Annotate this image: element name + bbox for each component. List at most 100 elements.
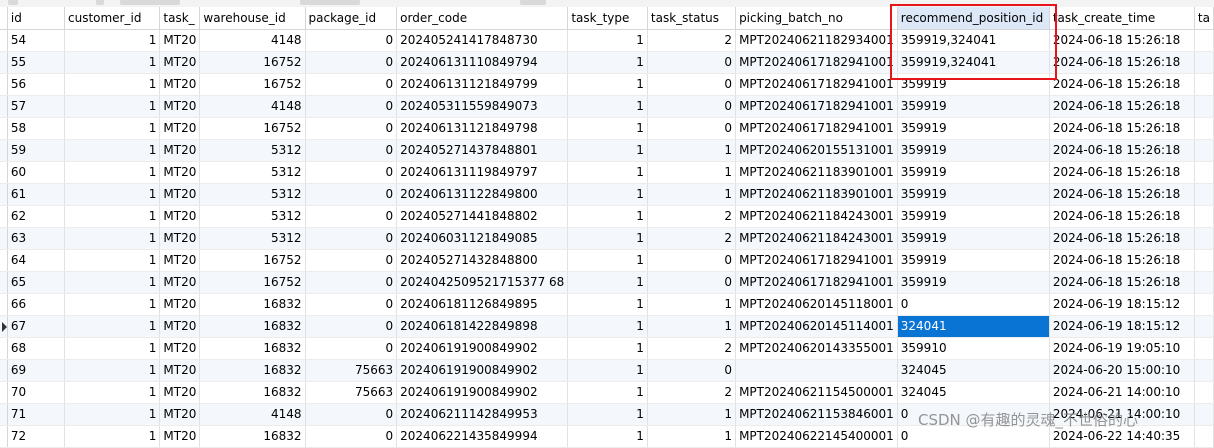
cell-warehouse-id[interactable]: 16752 xyxy=(199,249,306,272)
cell-recommend-position-id[interactable]: 359919 xyxy=(897,183,1050,206)
table-row[interactable]: 67 1 MT20 16832 0 202406181422849898 1 1 MPT2024… xyxy=(0,315,1214,338)
cell-order-code[interactable]: 202406191900849902 xyxy=(396,359,569,382)
cell-package-id[interactable]: 75663 xyxy=(305,381,398,404)
cell-recommend-position-id[interactable]: 359919,324041 xyxy=(897,29,1050,52)
row-indicator[interactable] xyxy=(0,403,8,426)
toolbar-icon[interactable] xyxy=(8,0,18,5)
cell-warehouse-id[interactable]: 4148 xyxy=(199,29,306,52)
cell-warehouse-id[interactable]: 5312 xyxy=(199,183,306,206)
cell-order-code[interactable]: 202406181422849898 xyxy=(396,315,569,338)
cell-task[interactable]: MT20 xyxy=(159,227,201,250)
cell-extra[interactable] xyxy=(1194,183,1214,206)
cell-task[interactable]: MT20 xyxy=(159,139,201,162)
cell-task-create-time[interactable]: 2024-06-18 15:26:18 xyxy=(1049,73,1195,96)
column-header-task-create-time[interactable]: task_create_time xyxy=(1049,7,1195,30)
cell-warehouse-id[interactable]: 16832 xyxy=(199,425,306,448)
cell-picking-batch-no[interactable]: MPT20240620155131001 xyxy=(735,139,898,162)
cell-order-code[interactable]: 202406131119849797 xyxy=(396,161,569,184)
cell-picking-batch-no[interactable] xyxy=(735,359,898,382)
cell-id[interactable]: 65 xyxy=(7,271,65,294)
cell-id[interactable]: 67 xyxy=(7,315,65,338)
cell-package-id[interactable]: 75663 xyxy=(305,359,398,382)
cell-task-type[interactable]: 1 xyxy=(567,249,648,272)
cell-id[interactable]: 63 xyxy=(7,227,65,250)
cell-id[interactable]: 60 xyxy=(7,161,65,184)
cell-id[interactable]: 64 xyxy=(7,249,65,272)
cell-task[interactable]: MT20 xyxy=(159,183,201,206)
column-header-task[interactable]: task_ xyxy=(159,7,201,30)
cell-order-code[interactable]: 202405271432848800 xyxy=(396,249,569,272)
cell-extra[interactable] xyxy=(1194,249,1214,272)
cell-task-create-time[interactable]: 2024-06-21 14:00:10 xyxy=(1049,381,1195,404)
cell-warehouse-id[interactable]: 16832 xyxy=(199,293,306,316)
cell-warehouse-id[interactable]: 16832 xyxy=(199,337,306,360)
cell-customer-id[interactable]: 1 xyxy=(64,205,161,228)
cell-task[interactable]: MT20 xyxy=(159,205,201,228)
cell-warehouse-id[interactable]: 16752 xyxy=(199,117,306,140)
cell-extra[interactable] xyxy=(1194,293,1214,316)
table-row[interactable]: 61 1 MT20 5312 0 202406131122849800 1 1 MPT20240… xyxy=(0,183,1214,206)
cell-task-type[interactable]: 1 xyxy=(567,139,648,162)
cell-order-code[interactable]: 2024042509521715377 68 xyxy=(396,271,569,294)
cell-picking-batch-no[interactable]: MPT20240617182941001 xyxy=(735,95,898,118)
cell-recommend-position-id[interactable]: 359919 xyxy=(897,139,1050,162)
cell-task-status[interactable]: 1 xyxy=(647,425,737,448)
cell-customer-id[interactable]: 1 xyxy=(64,51,161,74)
cell-id[interactable]: 61 xyxy=(7,183,65,206)
cell-id[interactable]: 68 xyxy=(7,337,65,360)
cell-task-status[interactable]: 1 xyxy=(647,293,737,316)
cell-task-create-time[interactable]: 2024-06-19 19:05:10 xyxy=(1049,337,1195,360)
cell-picking-batch-no[interactable]: MPT20240617182941001 xyxy=(735,271,898,294)
cell-picking-batch-no[interactable]: MPT20240617182941001 xyxy=(735,51,898,74)
cell-task-create-time[interactable]: 2024-06-18 15:26:18 xyxy=(1049,249,1195,272)
cell-extra[interactable] xyxy=(1194,381,1214,404)
cell-order-code[interactable]: 202406211142849953 xyxy=(396,403,569,426)
row-indicator[interactable] xyxy=(0,293,8,316)
table-row[interactable]: 69 1 MT20 16832 75663 202406191900849902 1 0 324… xyxy=(0,359,1214,382)
cell-id[interactable]: 59 xyxy=(7,139,65,162)
cell-task[interactable]: MT20 xyxy=(159,51,201,74)
cell-id[interactable]: 71 xyxy=(7,403,65,426)
cell-customer-id[interactable]: 1 xyxy=(64,293,161,316)
cell-task-type[interactable]: 1 xyxy=(567,161,648,184)
row-indicator[interactable] xyxy=(0,425,8,448)
cell-task-create-time[interactable]: 2024-06-19 18:15:12 xyxy=(1049,293,1195,316)
toolbar-icon[interactable] xyxy=(96,0,104,5)
cell-order-code[interactable]: 202405271441848802 xyxy=(396,205,569,228)
cell-recommend-position-id[interactable]: 359919 xyxy=(897,227,1050,250)
cell-picking-batch-no[interactable]: MPT20240620145114001 xyxy=(735,315,898,338)
row-indicator[interactable] xyxy=(0,161,8,184)
cell-task-create-time[interactable]: 2024-06-18 15:26:18 xyxy=(1049,271,1195,294)
table-row[interactable]: 62 1 MT20 5312 0 202405271441848802 1 2 MPT20240… xyxy=(0,205,1214,228)
cell-id[interactable]: 66 xyxy=(7,293,65,316)
cell-task-type[interactable]: 1 xyxy=(567,403,648,426)
cell-extra[interactable] xyxy=(1194,315,1214,338)
row-indicator[interactable] xyxy=(0,249,8,272)
cell-package-id[interactable]: 0 xyxy=(305,293,398,316)
cell-customer-id[interactable]: 1 xyxy=(64,139,161,162)
cell-package-id[interactable]: 0 xyxy=(305,337,398,360)
cell-warehouse-id[interactable]: 4148 xyxy=(199,403,306,426)
cell-customer-id[interactable]: 1 xyxy=(64,271,161,294)
table-row[interactable]: 71 1 MT20 4148 0 202406211142849953 1 1 MPT20240… xyxy=(0,403,1214,426)
cell-task-status[interactable]: 0 xyxy=(647,73,737,96)
cell-customer-id[interactable]: 1 xyxy=(64,249,161,272)
cell-task-type[interactable]: 1 xyxy=(567,183,648,206)
cell-id[interactable]: 70 xyxy=(7,381,65,404)
cell-package-id[interactable]: 0 xyxy=(305,205,398,228)
cell-id[interactable]: 72 xyxy=(7,425,65,448)
cell-extra[interactable] xyxy=(1194,95,1214,118)
cell-warehouse-id[interactable]: 16752 xyxy=(199,73,306,96)
cell-warehouse-id[interactable]: 5312 xyxy=(199,205,306,228)
column-header-warehouse-id[interactable]: warehouse_id xyxy=(199,7,306,30)
cell-customer-id[interactable]: 1 xyxy=(64,359,161,382)
cell-recommend-position-id[interactable]: 0 xyxy=(897,293,1050,316)
cell-task-status[interactable]: 0 xyxy=(647,95,737,118)
cell-task-create-time[interactable]: 2024-06-22 14:40:35 xyxy=(1049,425,1195,448)
cell-picking-batch-no[interactable]: MPT20240620143355001 xyxy=(735,337,898,360)
toolbar-icon[interactable] xyxy=(120,0,180,5)
column-header-recommend-position-id[interactable]: recommend_position_id xyxy=(897,7,1050,30)
cell-recommend-position-id[interactable]: 359910 xyxy=(897,337,1050,360)
cell-recommend-position-id[interactable]: 359919 xyxy=(897,271,1050,294)
row-indicator[interactable] xyxy=(0,117,8,140)
